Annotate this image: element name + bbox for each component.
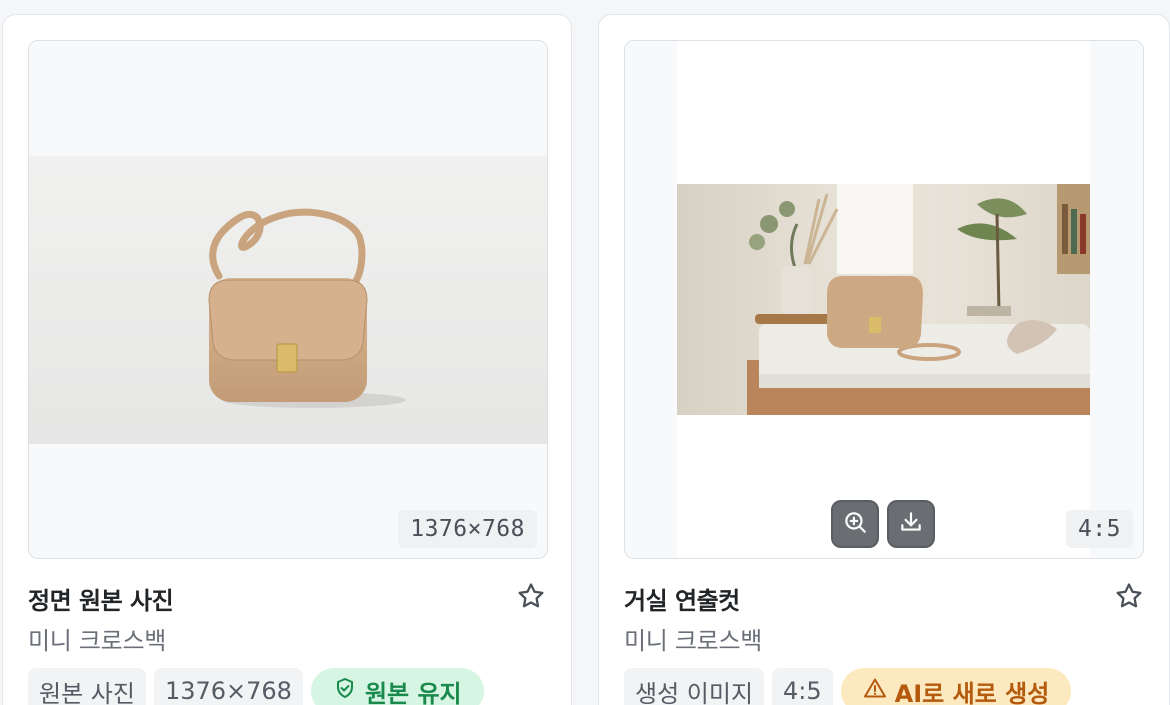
star-icon[interactable]	[1114, 581, 1144, 611]
image-dimensions-badge: 1376×768	[398, 510, 537, 548]
card-subtitle: 미니 크로스백	[624, 627, 763, 655]
card-title: 거실 연출컷	[624, 587, 740, 615]
image-preview[interactable]: 1376×768	[28, 40, 548, 559]
download-button[interactable]	[887, 500, 935, 548]
card-title: 정면 원본 사진	[28, 587, 174, 615]
status-badge-label: 원본 유지	[364, 679, 462, 705]
image-actions	[831, 500, 935, 548]
tag-list: 원본 사진 1376×768 원본 유지	[28, 668, 484, 705]
status-badge: 원본 유지	[310, 668, 484, 705]
image-card-front-original[interactable]: 1376×768 정면 원본 사진 미니 크로스백 원본 사진 1376×768…	[2, 14, 572, 705]
download-icon	[898, 509, 924, 539]
status-badge: AI로 새로 생성	[840, 668, 1072, 705]
status-badge-label: AI로 새로 생성	[894, 679, 1050, 705]
zoom-in-icon	[842, 509, 868, 539]
tag-chip: 4:5	[772, 668, 833, 705]
tag-list: 생성 이미지 4:5 AI로 새로 생성	[624, 668, 1072, 705]
warning-triangle-icon	[863, 676, 887, 705]
product-photo	[677, 184, 1090, 415]
product-photo	[29, 156, 547, 444]
tag-chip: 1376×768	[153, 668, 303, 705]
tag-chip: 생성 이미지	[624, 668, 765, 705]
zoom-in-button[interactable]	[831, 500, 879, 548]
image-card-living-room[interactable]: 4:5 거실 연출컷 미니 크로스백 생성 이미지 4:5 AI로 새로 생성	[598, 14, 1170, 705]
card-subtitle: 미니 크로스백	[28, 627, 167, 655]
tag-chip: 원본 사진	[28, 668, 146, 705]
image-preview[interactable]: 4:5	[624, 40, 1144, 559]
star-icon[interactable]	[516, 581, 546, 611]
shield-check-icon	[333, 676, 357, 705]
aspect-ratio-badge: 4:5	[1065, 510, 1133, 548]
